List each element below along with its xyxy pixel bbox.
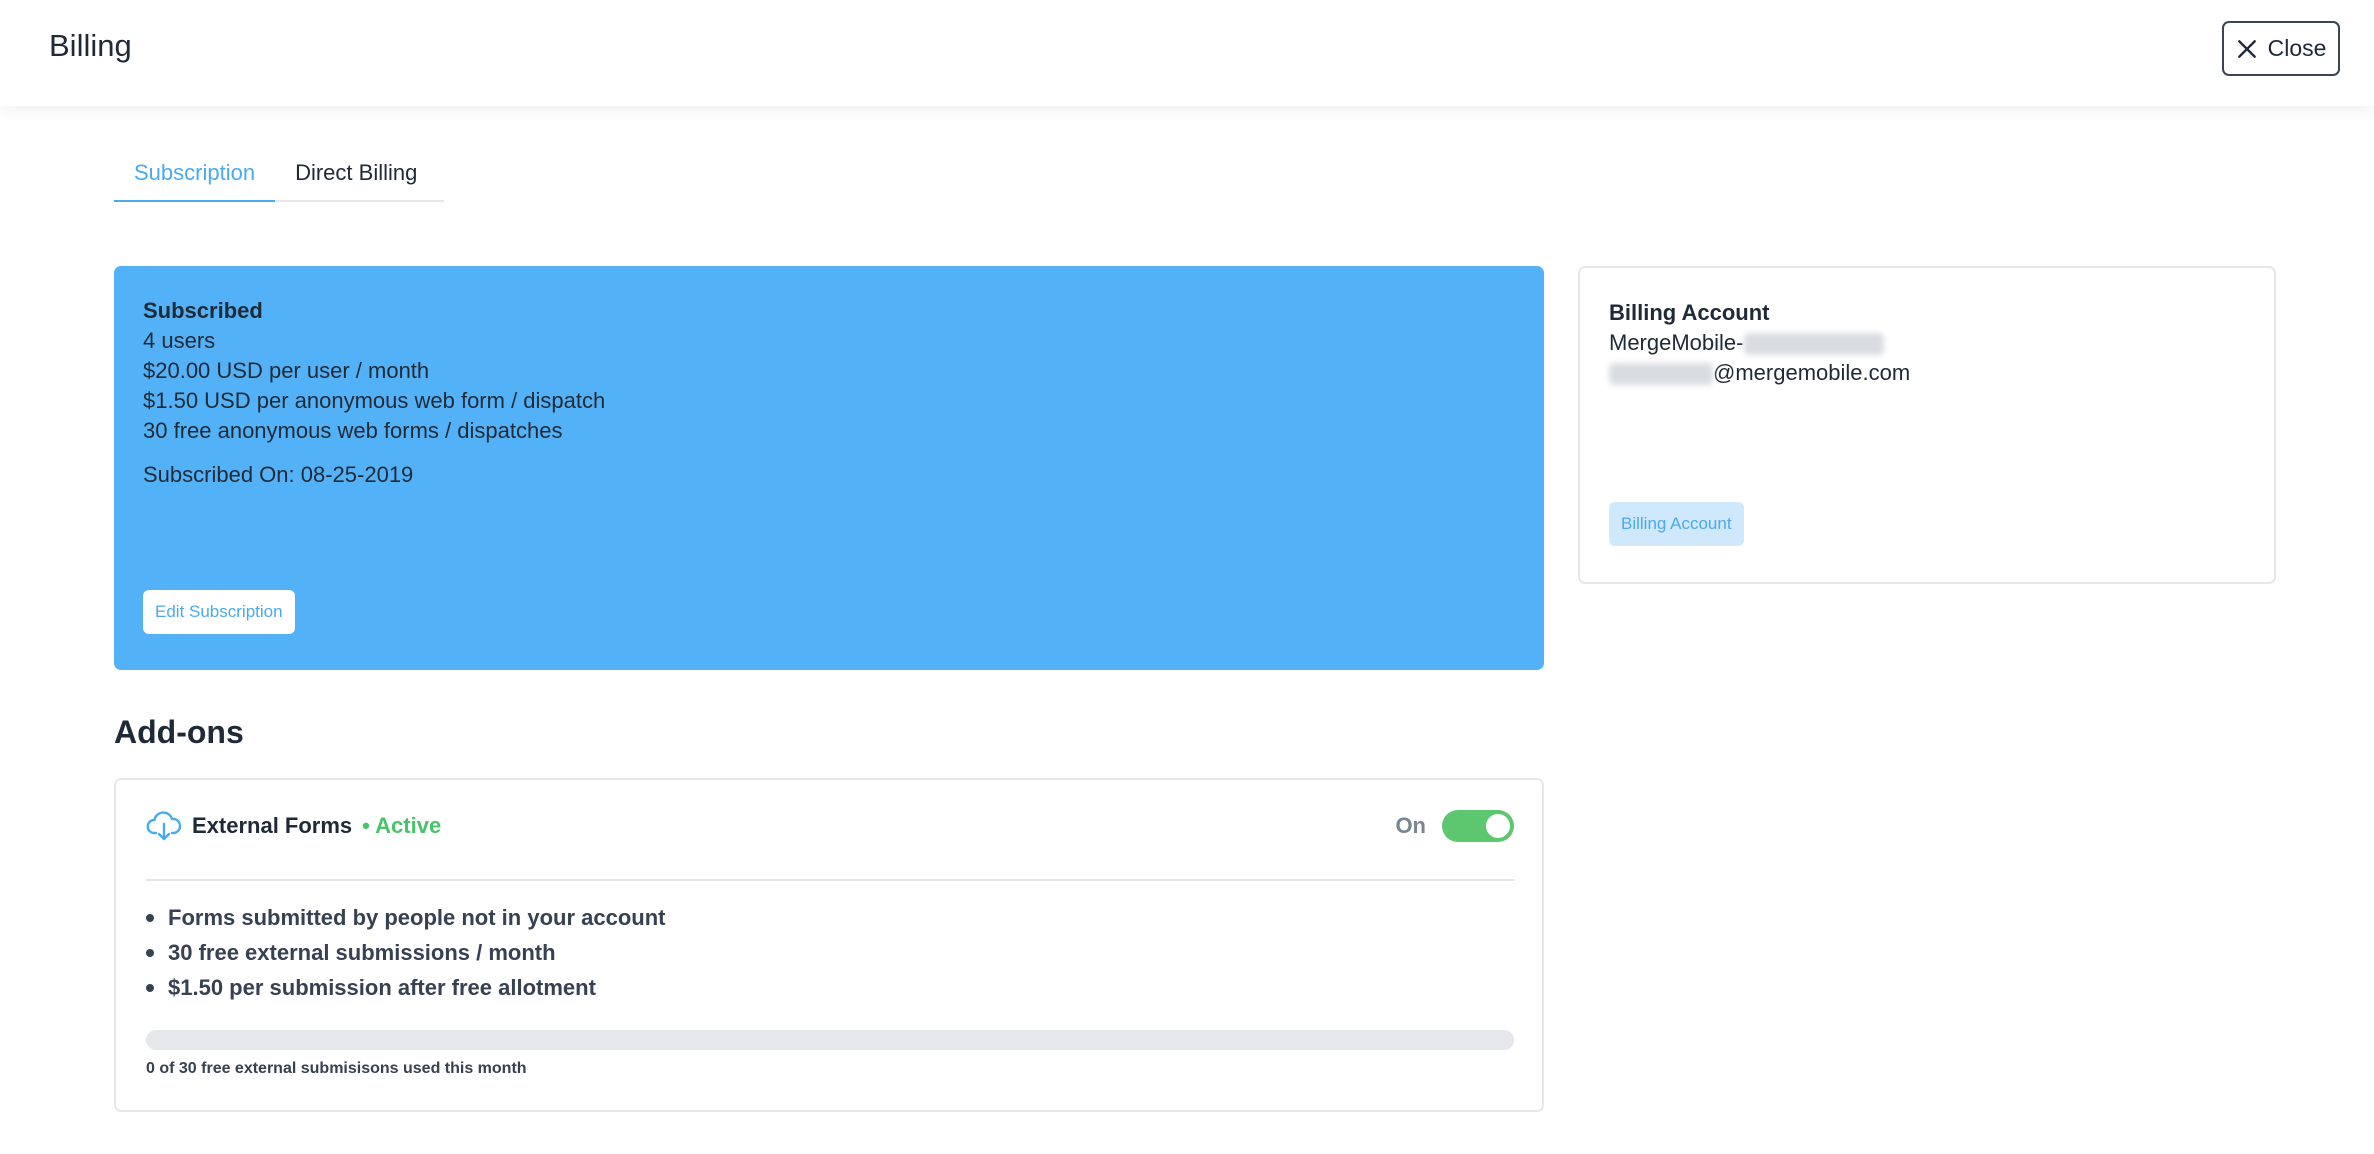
usage-progress-bar bbox=[146, 1030, 1514, 1050]
cloud-download-icon bbox=[146, 811, 182, 841]
addon-toggle[interactable] bbox=[1442, 810, 1514, 842]
top-bar: Billing Close bbox=[0, 0, 2374, 106]
close-icon bbox=[2237, 39, 2256, 58]
addons-heading: Add-ons bbox=[114, 714, 244, 750]
redacted-account-name bbox=[1743, 333, 1884, 356]
account-name-prefix: MergeMobile- bbox=[1609, 330, 1744, 355]
billing-account-email: @mergemobile.com bbox=[1609, 358, 2245, 388]
toggle-label: On bbox=[1395, 813, 1426, 838]
tab-direct-billing[interactable]: Direct Billing bbox=[275, 146, 437, 202]
feature-item: $1.50 per submission after free allotmen… bbox=[145, 970, 665, 1005]
billing-account-button[interactable]: Billing Account bbox=[1609, 502, 1744, 546]
account-email-suffix: @mergemobile.com bbox=[1713, 360, 1911, 385]
addon-status: • Active bbox=[362, 813, 442, 838]
addon-header: External Forms • Active bbox=[146, 810, 441, 842]
addon-toggle-group: On bbox=[1395, 810, 1514, 842]
subscription-user-price: $20.00 USD per user / month bbox=[143, 358, 430, 383]
feature-list: Forms submitted by people not in your ac… bbox=[145, 900, 665, 1005]
usage-text: 0 of 30 free external submisisons used t… bbox=[146, 1060, 527, 1077]
close-label: Close bbox=[2267, 35, 2327, 61]
billing-account-name: MergeMobile- bbox=[1609, 328, 2245, 358]
billing-tabs: Subscription Direct Billing bbox=[114, 146, 444, 202]
addon-name: External Forms bbox=[192, 813, 353, 838]
tab-subscription[interactable]: Subscription bbox=[114, 146, 276, 202]
edit-subscription-button[interactable]: Edit Subscription bbox=[143, 590, 295, 634]
billing-account-title: Billing Account bbox=[1609, 300, 1770, 325]
redacted-email-user bbox=[1609, 363, 1713, 386]
subscription-users: 4 users bbox=[143, 328, 216, 353]
billing-account-card: Billing Account MergeMobile- @mergemobil… bbox=[1578, 266, 2276, 584]
feature-item: 30 free external submissions / month bbox=[145, 935, 665, 970]
subscription-status: Subscribed bbox=[143, 298, 263, 323]
subscription-date: Subscribed On: 08-25-2019 bbox=[143, 462, 414, 487]
divider bbox=[146, 879, 1514, 881]
subscription-card: Subscribed 4 users $20.00 USD per user /… bbox=[114, 266, 1544, 670]
close-button[interactable]: Close bbox=[2222, 21, 2340, 76]
subscription-form-price: $1.50 USD per anonymous web form / dispa… bbox=[143, 388, 606, 413]
toggle-knob bbox=[1486, 814, 1510, 838]
feature-item: Forms submitted by people not in your ac… bbox=[145, 900, 665, 935]
page-title: Billing bbox=[49, 28, 132, 63]
addon-card-external-forms: External Forms • Active On Forms submitt… bbox=[114, 778, 1544, 1112]
subscription-free-forms: 30 free anonymous web forms / dispatches bbox=[143, 418, 563, 443]
